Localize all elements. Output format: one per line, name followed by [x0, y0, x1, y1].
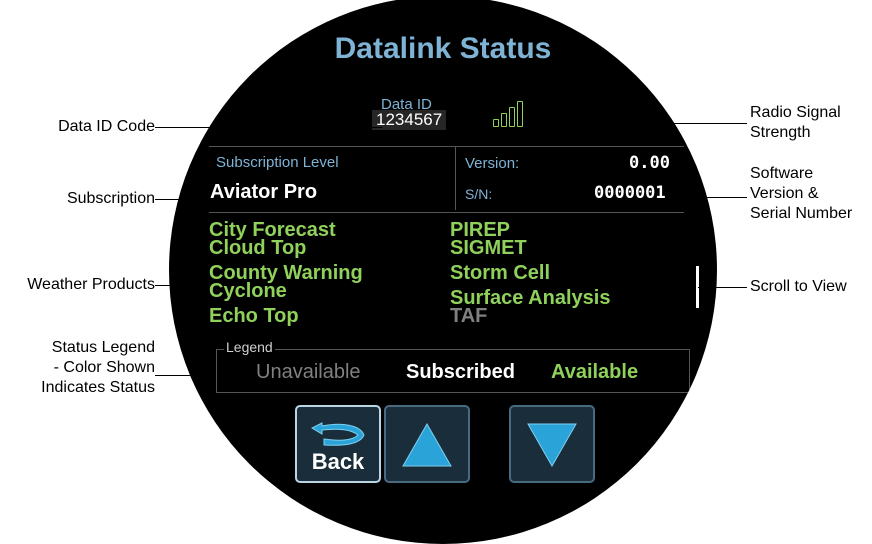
signal-strength-icon — [493, 101, 523, 127]
data-id-value: 1234567 — [372, 110, 447, 130]
scroll-up-button[interactable] — [384, 405, 470, 483]
signal-bar-3 — [509, 107, 515, 127]
serial-number-value: 0000001 — [594, 183, 666, 203]
callout-subscription: Subscription — [66, 190, 155, 207]
leader-line — [155, 285, 210, 286]
callout-status-legend-line: Indicates Status — [41, 379, 155, 396]
divider — [455, 146, 456, 210]
signal-bar-1 — [493, 119, 499, 127]
callout-software-version-line: Software — [750, 165, 814, 182]
callout-software-version-line: Version & — [750, 185, 819, 202]
callout-software-version: Software Version & Serial Number — [750, 164, 852, 224]
back-button-label: Back — [311, 449, 365, 474]
display-bezel: Datalink Status Data ID 1234567 Subscrip… — [169, 0, 717, 544]
signal-bar-2 — [501, 113, 507, 127]
signal-bar-4 — [517, 101, 523, 127]
leader-line — [690, 197, 747, 198]
subscription-level-label: Subscription Level — [216, 154, 339, 171]
up-arrow-icon — [402, 422, 452, 467]
leader-line — [155, 127, 382, 128]
product-item: Storm Cell — [450, 262, 551, 284]
down-arrow-icon — [527, 423, 577, 468]
callout-data-id-code: Data ID Code — [58, 118, 155, 135]
screen-title: Datalink Status — [334, 32, 552, 65]
callout-radio-signal: Radio Signal Strength — [750, 103, 841, 143]
leader-line — [525, 123, 747, 124]
legend-unavailable: Unavailable — [256, 361, 361, 383]
leader-line — [155, 375, 215, 376]
callout-status-legend-line: Status Legend — [51, 339, 155, 356]
callout-software-version-line: Serial Number — [750, 205, 853, 222]
product-item: Cloud Top — [209, 237, 307, 259]
callout-status-legend-line: - Color Shown — [53, 359, 155, 376]
version-label: Version: — [465, 155, 520, 172]
divider — [209, 212, 684, 213]
leader-line — [155, 199, 210, 200]
subscription-level-value: Aviator Pro — [210, 181, 318, 203]
divider — [209, 146, 684, 147]
legend-title: Legend — [224, 339, 275, 355]
legend-subscribed: Subscribed — [406, 361, 515, 383]
callout-radio-signal-line: Radio Signal — [750, 104, 841, 121]
leader-line — [698, 287, 747, 288]
callout-radio-signal-line: Strength — [750, 124, 811, 141]
callout-weather-products: Weather Products — [27, 276, 155, 293]
figure: Datalink Status Data ID 1234567 Subscrip… — [0, 0, 872, 544]
product-item: SIGMET — [450, 237, 527, 259]
product-item: TAF — [450, 305, 488, 327]
product-item: Cyclone — [209, 280, 287, 302]
back-arrow-icon — [310, 422, 365, 446]
legend-available: Available — [551, 361, 639, 383]
product-item: Echo Top — [209, 305, 299, 327]
version-value: 0.00 — [629, 153, 670, 173]
back-button[interactable]: Back — [295, 405, 381, 483]
callout-status-legend: Status Legend - Color Shown Indicates St… — [41, 338, 155, 398]
serial-number-label: S/N: — [465, 186, 493, 202]
scroll-down-button[interactable] — [509, 405, 595, 483]
callout-scroll-to-view: Scroll to View — [750, 278, 847, 295]
